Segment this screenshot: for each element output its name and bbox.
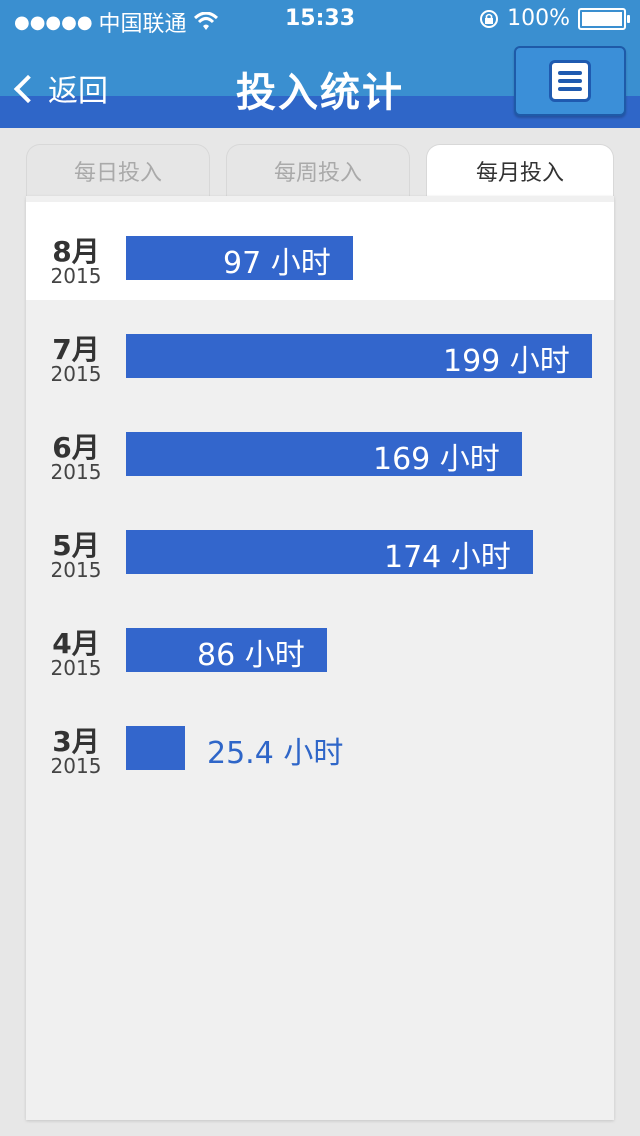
bar-value-label: 199 小时: [443, 344, 570, 379]
chart-row: 3月 2015 25.4 小时: [26, 692, 614, 790]
bar-value-label: 97 小时: [223, 246, 331, 281]
bar-value-label: 169 小时: [373, 442, 500, 477]
chart-row: 5月 2015 174 小时: [26, 496, 614, 594]
status-right: 100%: [479, 6, 630, 31]
year-label: 2015: [50, 264, 102, 288]
chart-row: 8月 2015 97 小时: [26, 202, 614, 300]
list-menu-icon: [549, 60, 591, 102]
tab-monthly[interactable]: 每月投入: [426, 144, 614, 200]
chart-row: 7月 2015 199 小时: [26, 300, 614, 398]
monthly-chart-panel: 8月 2015 97 小时 7月 2015 199 小时 6月 2015 169 小时 5月 201…: [26, 196, 614, 1120]
year-label: 2015: [50, 460, 102, 484]
year-label: 2015: [50, 754, 102, 778]
tab-weekly[interactable]: 每周投入: [226, 144, 410, 200]
tab-daily[interactable]: 每日投入: [26, 144, 210, 200]
rotation-lock-icon: [480, 9, 499, 28]
year-label: 2015: [50, 362, 102, 386]
year-label: 2015: [50, 656, 102, 680]
status-bar: ●●●●● 中国联通 15:33 100%: [0, 0, 640, 40]
bar-value-label: 86 小时: [197, 638, 305, 673]
menu-button[interactable]: [514, 46, 626, 116]
battery-percent: 100%: [507, 6, 570, 31]
year-label: 2015: [50, 558, 102, 582]
bar-value-label: 25.4 小时: [207, 736, 344, 771]
chart-row: 6月 2015 169 小时: [26, 398, 614, 496]
bar-value-label: 174 小时: [384, 540, 511, 575]
chart-row: 4月 2015 86 小时: [26, 594, 614, 692]
chart-bar: [126, 726, 185, 770]
battery-icon: [578, 7, 630, 30]
